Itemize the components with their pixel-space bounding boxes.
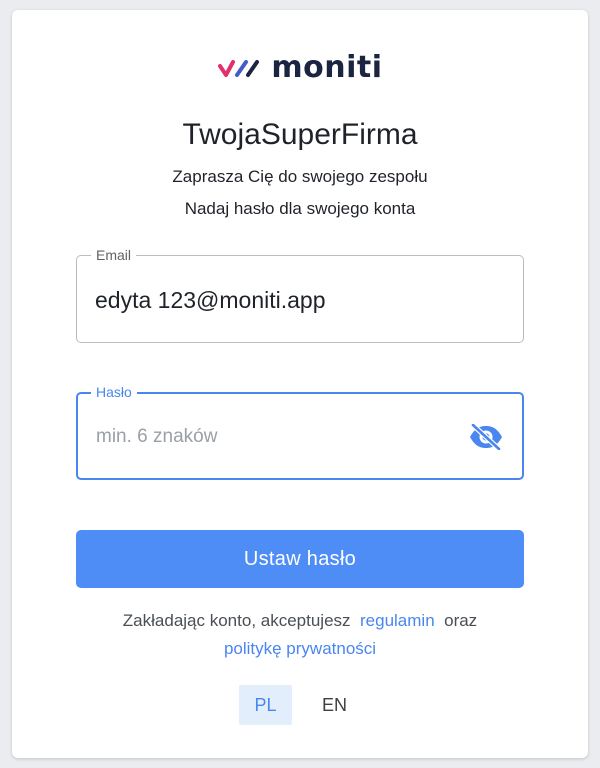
email-field[interactable]: Email xyxy=(76,246,524,343)
regulations-link[interactable]: regulamin xyxy=(360,611,435,630)
moniti-logo-icon xyxy=(218,60,260,77)
brand-name: moniti xyxy=(271,50,383,85)
password-instruction: Nadaj hasło dla swojego konta xyxy=(184,199,416,218)
language-option-pl[interactable]: PL xyxy=(239,685,292,725)
language-option-en[interactable]: EN xyxy=(308,685,361,725)
terms-prefix: Zakładając konto, akceptujesz xyxy=(122,611,351,630)
terms-line-1: Zakładając konto, akceptujesz regulamin … xyxy=(12,607,588,635)
email-input[interactable] xyxy=(95,284,463,316)
eye-off-icon xyxy=(470,424,502,450)
email-label: Email xyxy=(91,246,137,264)
terms-notice: Zakładając konto, akceptujesz regulamin … xyxy=(12,607,588,663)
toggle-password-visibility-button[interactable] xyxy=(468,424,504,450)
company-name: TwojaSuperFirma xyxy=(182,118,418,151)
terms-line-2: politykę prywatności xyxy=(12,635,588,663)
language-switcher: PL EN xyxy=(12,685,588,725)
password-field[interactable]: Hasło xyxy=(76,383,524,480)
set-password-button[interactable]: Ustaw hasło xyxy=(76,530,524,588)
invite-message: Zaprasza Cię do swojego zespołu xyxy=(172,167,428,186)
password-input[interactable] xyxy=(96,421,462,453)
brand-logo: moniti xyxy=(12,50,588,85)
password-label: Hasło xyxy=(91,383,137,401)
privacy-policy-link[interactable]: politykę prywatności xyxy=(224,639,376,658)
invite-card: moniti TwojaSuperFirma Zaprasza Cię do s… xyxy=(12,10,588,758)
terms-conjunction: oraz xyxy=(444,611,478,630)
